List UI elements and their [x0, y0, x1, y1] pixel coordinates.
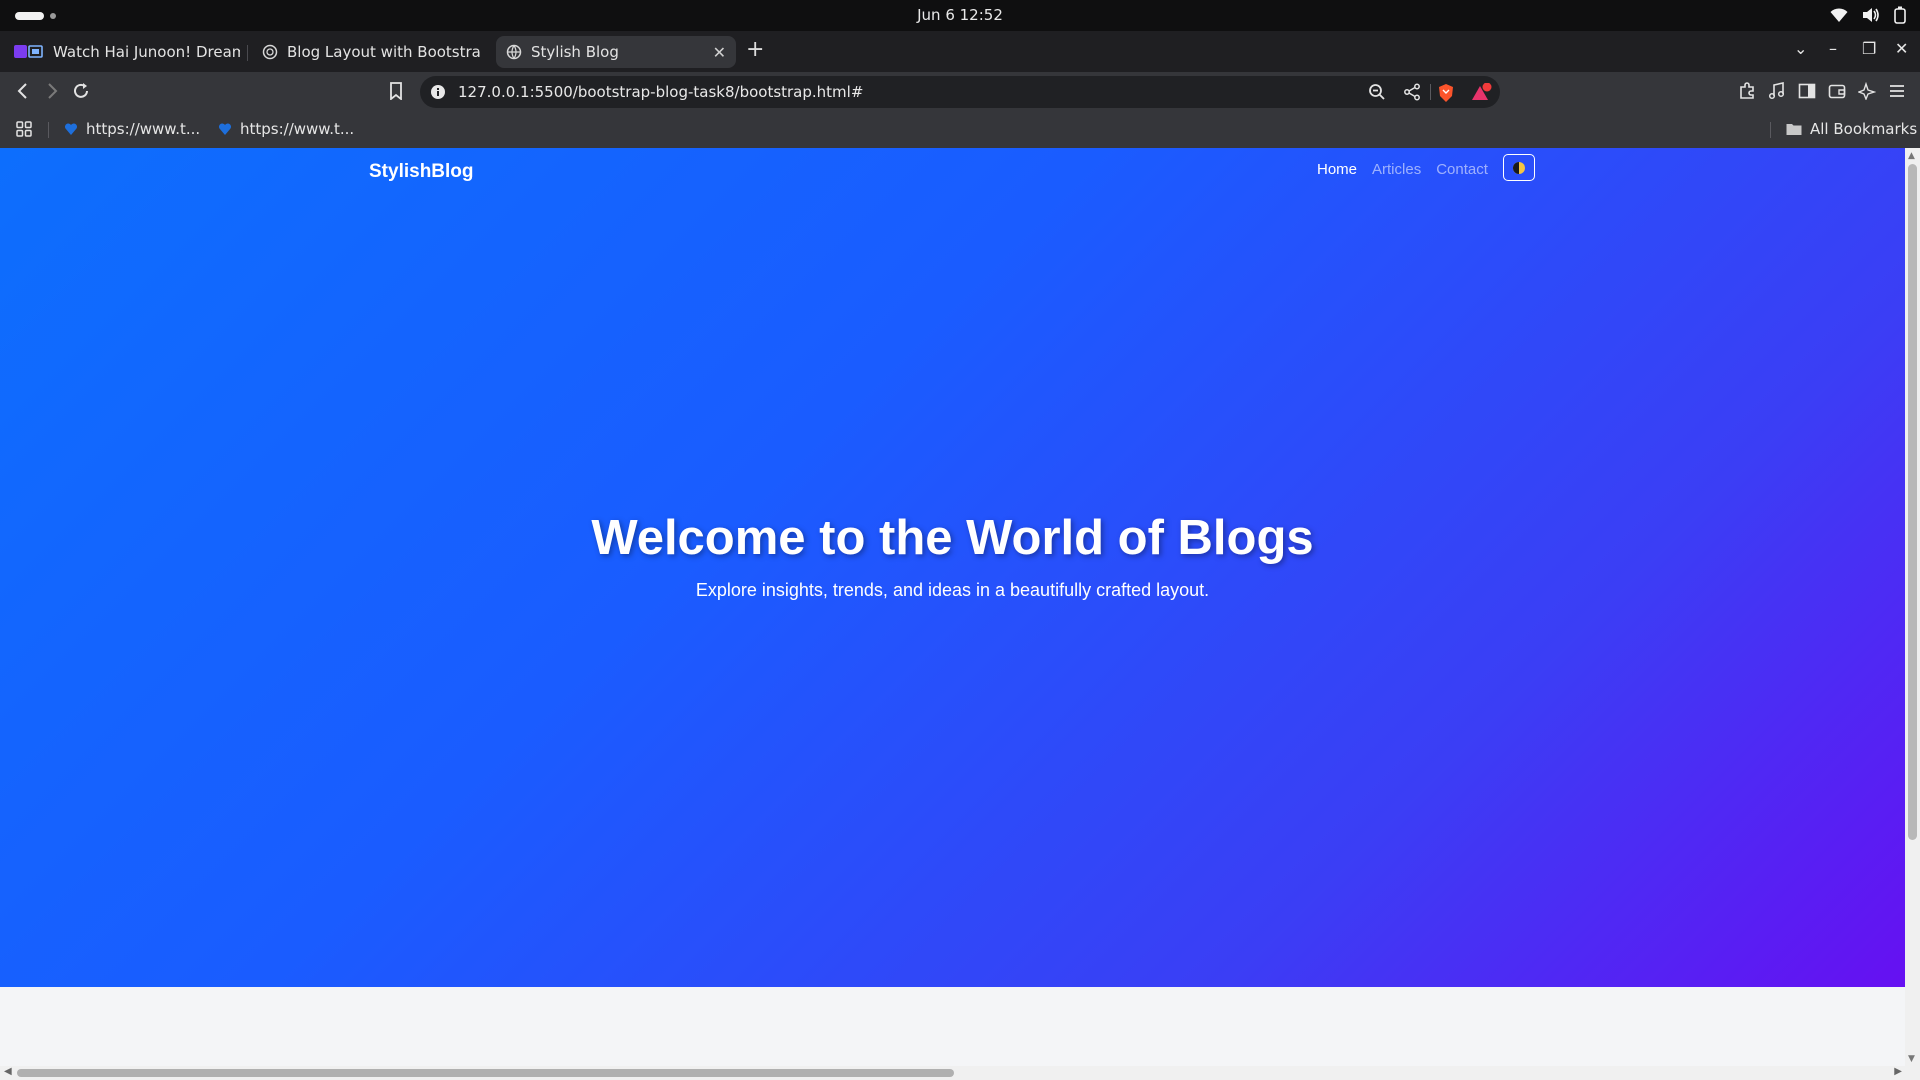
bookmarks-divider [1770, 122, 1771, 138]
forward-arrow-icon[interactable] [43, 82, 61, 104]
wallet-icon[interactable] [1828, 82, 1846, 104]
tab-title: Blog Layout with Bootstrap [287, 43, 482, 61]
new-tab-button[interactable]: + [746, 39, 764, 61]
tab-divider [247, 45, 248, 61]
tab-title: Watch Hai Junoon! Dream [53, 43, 240, 61]
tab-stylish-blog[interactable]: Stylish Blog ✕ [496, 36, 736, 68]
bookmark-label: https://www.t... [240, 120, 355, 138]
globe-icon [262, 44, 278, 60]
bookmark-page-icon[interactable] [388, 82, 404, 104]
restore-window-icon[interactable]: ❐ [1862, 39, 1876, 58]
tab-watch-hai-junoon[interactable]: Watch Hai Junoon! Dream [4, 36, 240, 68]
all-bookmarks-label: All Bookmarks [1810, 120, 1918, 138]
tab-blog-layout[interactable]: Blog Layout with Bootstrap [252, 36, 482, 68]
heart-bookmark-icon [218, 123, 232, 135]
all-bookmarks-folder[interactable]: All Bookmarks [1786, 120, 1917, 138]
heart-bookmark-icon [64, 123, 78, 135]
brave-rewards-icon[interactable] [1471, 82, 1493, 107]
hero-title: Welcome to the World of Blogs [591, 511, 1314, 565]
hero-subtitle: Explore insights, trends, and ideas in a… [695, 580, 1210, 600]
system-clock[interactable]: Jun 6 12:52 [0, 6, 1920, 24]
scroll-up-arrow-icon[interactable]: ▲ [1908, 151, 1915, 161]
bookmark-label: https://www.t... [86, 120, 201, 138]
streaming-app-icon [14, 44, 43, 60]
reload-icon[interactable] [72, 82, 90, 104]
nav-link-articles[interactable]: Articles [1372, 161, 1421, 178]
nav-link-contact[interactable]: Contact [1436, 161, 1488, 178]
back-arrow-icon[interactable] [14, 82, 32, 104]
os-top-bar: Jun 6 12:52 [0, 0, 1920, 31]
leo-ai-star-icon[interactable] [1857, 81, 1877, 104]
url-text: 127.0.0.1:5500/bootstrap-blog-task8/boot… [458, 83, 864, 101]
folder-icon [1786, 124, 1802, 135]
site-navbar: StylishBlog Home Articles Contact [0, 148, 1905, 204]
scroll-left-arrow-icon[interactable]: ◀ [4, 1066, 12, 1077]
scroll-right-arrow-icon[interactable]: ▶ [1894, 1066, 1902, 1077]
horizontal-scroll-thumb[interactable] [17, 1069, 954, 1077]
main-menu-hamburger-icon[interactable] [1888, 82, 1906, 104]
apps-grid-icon[interactable] [15, 120, 33, 138]
nav-links: Home Articles Contact [1317, 161, 1488, 178]
bookmarks-divider [48, 122, 49, 138]
globe-icon [506, 44, 522, 60]
hero-section: StylishBlog Home Articles Contact Welcom… [0, 148, 1905, 987]
volume-icon [1862, 7, 1880, 23]
omnibox-divider [1430, 84, 1431, 100]
browser-toolbar: 127.0.0.1:5500/bootstrap-blog-task8/boot… [0, 72, 1920, 112]
battery-icon [1894, 6, 1906, 24]
page-viewport: StylishBlog Home Articles Contact Welcom… [0, 148, 1905, 1066]
brave-shields-icon[interactable] [1437, 83, 1455, 107]
scroll-down-arrow-icon[interactable]: ▼ [1908, 1054, 1915, 1064]
nav-link-home[interactable]: Home [1317, 161, 1357, 178]
vertical-scrollbar[interactable]: ▲ ▼ [1905, 148, 1920, 1066]
media-music-icon[interactable] [1768, 82, 1786, 104]
minimize-window-icon[interactable]: – [1829, 39, 1837, 58]
site-brand[interactable]: StylishBlog [369, 161, 474, 183]
vertical-scroll-thumb[interactable] [1908, 164, 1917, 840]
horizontal-scrollbar[interactable]: ◀ ▶ [0, 1066, 1920, 1080]
sidebar-toggle-icon[interactable] [1798, 82, 1816, 104]
extensions-puzzle-icon[interactable] [1738, 82, 1756, 104]
close-window-icon[interactable]: ✕ [1895, 39, 1908, 58]
tab-search-chevron-icon[interactable]: ⌄ [1794, 39, 1807, 58]
bookmark-item[interactable]: https://www.t... [218, 120, 354, 138]
bookmarks-bar: https://www.t... https://www.t... All Bo… [0, 112, 1920, 148]
bookmark-item[interactable]: https://www.t... [64, 120, 200, 138]
address-bar[interactable]: 127.0.0.1:5500/bootstrap-blog-task8/boot… [420, 76, 1500, 108]
system-tray[interactable] [1830, 6, 1906, 24]
close-tab-icon[interactable]: ✕ [713, 43, 726, 62]
site-info-icon[interactable] [430, 84, 446, 104]
share-icon[interactable] [1403, 83, 1421, 105]
tab-title: Stylish Blog [531, 43, 619, 61]
zoom-icon[interactable] [1368, 83, 1386, 105]
wifi-icon [1830, 7, 1848, 23]
half-moon-theme-icon [1513, 161, 1525, 174]
theme-toggle-button[interactable] [1503, 154, 1535, 181]
browser-tab-strip: Watch Hai Junoon! Dream Blog Layout with… [0, 31, 1920, 72]
